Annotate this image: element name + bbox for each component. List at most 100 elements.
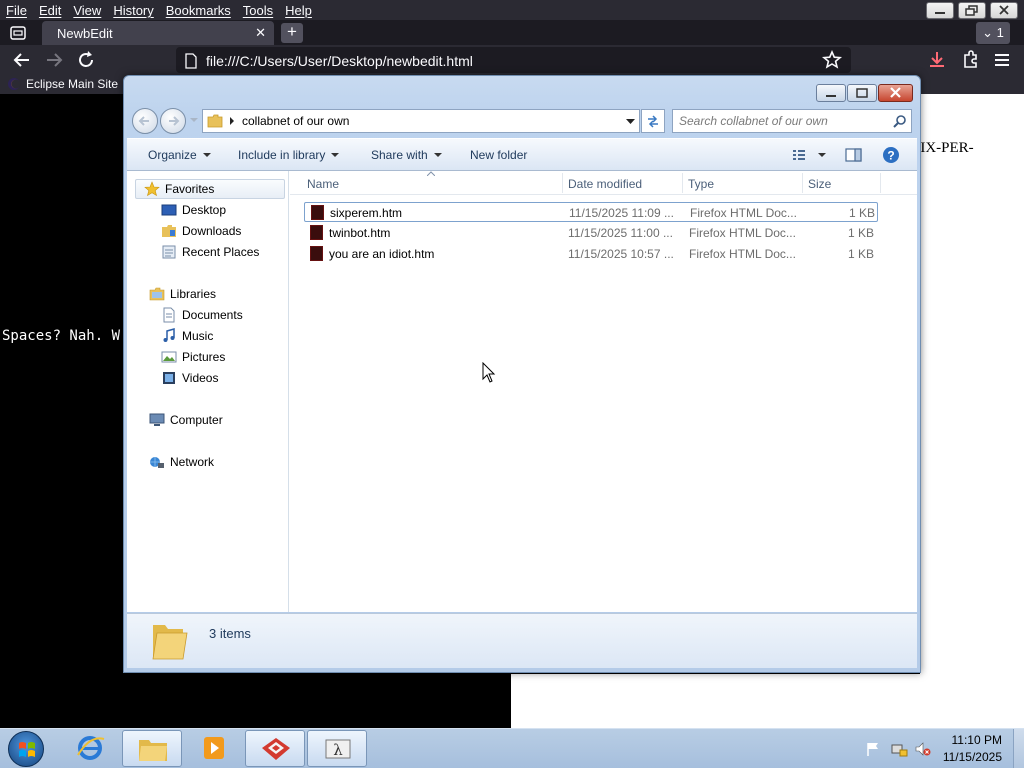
file-list: Name Date modified Type Size sixperem.ht… [290, 171, 917, 612]
list-all-tabs-icon[interactable] [8, 23, 28, 43]
new-folder-button[interactable]: New folder [470, 148, 527, 162]
help-icon[interactable]: ? [881, 145, 901, 165]
media-player-icon [204, 737, 224, 759]
explorer-search-box[interactable] [672, 109, 912, 133]
taskbar-app-red[interactable] [245, 730, 305, 767]
chevron-down-icon: ⌄ [982, 25, 994, 40]
clock-date[interactable]: 11/15/2025 [938, 750, 1002, 764]
include-in-library-button[interactable]: Include in library [238, 148, 340, 162]
address-path[interactable]: collabnet of our own [242, 114, 349, 128]
recent-places-icon [162, 245, 176, 259]
nav-downloads[interactable]: Downloads [161, 221, 241, 241]
column-date-modified[interactable]: Date modified [568, 177, 642, 191]
pictures-icon [161, 351, 177, 363]
nav-label: Documents [182, 308, 243, 322]
downloads-icon[interactable] [926, 49, 948, 71]
tab-count-button[interactable]: ⌄ 1 [976, 22, 1010, 44]
taskbar-windows-explorer[interactable] [122, 730, 182, 767]
preview-pane-icon[interactable] [844, 147, 864, 163]
new-tab-button[interactable]: + [281, 23, 303, 43]
bookmark-eclipse[interactable]: Eclipse Main Site [7, 77, 118, 91]
menu-history[interactable]: History [107, 0, 159, 20]
nav-videos[interactable]: Videos [161, 368, 218, 388]
nav-desktop[interactable]: Desktop [161, 200, 226, 220]
show-desktop-button[interactable] [1013, 729, 1024, 768]
menu-file[interactable]: File [0, 0, 33, 20]
nav-favorites[interactable]: Favorites [135, 179, 285, 199]
reload-icon[interactable] [75, 49, 97, 71]
file-row[interactable]: sixperem.htm 11/15/2025 11:09 ... Firefo… [304, 202, 878, 222]
maximize-icon [856, 88, 868, 98]
forward-arrow-icon[interactable] [43, 49, 65, 71]
taskbar-media-player[interactable] [184, 730, 244, 767]
column-name[interactable]: Name [307, 177, 339, 191]
music-icon [163, 328, 175, 342]
volume-muted-icon[interactable] [914, 741, 932, 757]
browser-tab-active[interactable]: NewbEdit ✕ [42, 21, 274, 45]
nav-label: Downloads [182, 224, 242, 238]
explorer-search-input[interactable] [679, 113, 889, 129]
menu-tools[interactable]: Tools [237, 0, 279, 20]
clock-time[interactable]: 11:10 PM [944, 733, 1002, 747]
bookmark-star-icon[interactable] [821, 49, 843, 71]
page-file-icon [185, 53, 197, 69]
nav-libraries[interactable]: Libraries [149, 284, 216, 304]
start-button[interactable] [8, 731, 44, 767]
url-bar[interactable]: file:///C:/Users/User/Desktop/newbedit.h… [176, 47, 851, 73]
tab-close-icon[interactable]: ✕ [255, 25, 266, 41]
search-icon[interactable] [893, 114, 907, 128]
hamburger-menu-icon[interactable] [991, 49, 1013, 71]
recent-pages-chevron-icon[interactable] [190, 118, 198, 124]
browser-minimize-button[interactable] [926, 2, 954, 19]
nav-network[interactable]: Network [149, 452, 214, 472]
browser-close-button[interactable] [990, 2, 1018, 19]
extensions-icon[interactable] [959, 49, 981, 71]
action-center-flag-icon[interactable] [865, 741, 881, 757]
explorer-minimize-button[interactable] [816, 84, 846, 102]
explorer-window: collabnet of our own Organize Include in… [123, 75, 921, 673]
file-name: you are an idiot.htm [329, 247, 435, 261]
share-with-button[interactable]: Share with [371, 148, 442, 162]
menu-help[interactable]: Help [279, 0, 318, 20]
nav-computer[interactable]: Computer [149, 410, 223, 430]
column-divider[interactable] [802, 173, 803, 193]
menu-bookmarks[interactable]: Bookmarks [160, 0, 237, 20]
column-type[interactable]: Type [688, 177, 714, 191]
page-white-region [920, 94, 1024, 674]
nav-pictures[interactable]: Pictures [161, 347, 225, 367]
explorer-address-bar[interactable]: collabnet of our own [202, 109, 640, 133]
nav-documents[interactable]: Documents [161, 305, 243, 325]
include-in-library-label: Include in library [238, 148, 326, 162]
taskbar-app-lambda[interactable]: λ [307, 730, 367, 767]
details-pane: 3 items [127, 613, 917, 668]
address-dropdown-icon[interactable] [626, 119, 635, 125]
taskbar-internet-explorer[interactable] [60, 730, 120, 767]
explorer-forward-button[interactable] [160, 108, 186, 134]
explorer-close-button[interactable] [878, 84, 913, 102]
network-status-icon[interactable] [890, 741, 908, 757]
column-size[interactable]: Size [808, 177, 831, 191]
menu-edit[interactable]: Edit [33, 0, 67, 20]
html-file-icon [310, 246, 323, 261]
menu-view[interactable]: View [67, 0, 107, 20]
restore-icon [965, 5, 978, 16]
nav-music[interactable]: Music [161, 326, 213, 346]
column-divider[interactable] [880, 173, 881, 193]
nav-recent-places[interactable]: Recent Places [161, 242, 259, 262]
file-row[interactable]: you are an idiot.htm 11/15/2025 10:57 ..… [304, 244, 878, 264]
back-arrow-icon[interactable] [11, 49, 33, 71]
column-divider[interactable] [562, 173, 563, 193]
nav-label: Computer [170, 413, 223, 427]
explorer-titlebar[interactable] [124, 76, 920, 106]
explorer-maximize-button[interactable] [847, 84, 877, 102]
organize-button[interactable]: Organize [148, 148, 211, 162]
browser-restore-button[interactable] [958, 2, 986, 19]
star-icon [144, 181, 160, 197]
explorer-refresh-button[interactable] [641, 109, 665, 133]
explorer-back-button[interactable] [132, 108, 158, 134]
file-row[interactable]: twinbot.htm 11/15/2025 11:00 ... Firefox… [304, 223, 878, 243]
breadcrumb-chevron-icon[interactable] [229, 117, 235, 125]
folder-icon [207, 114, 223, 128]
column-divider[interactable] [682, 173, 683, 193]
change-view-button[interactable] [791, 147, 831, 163]
